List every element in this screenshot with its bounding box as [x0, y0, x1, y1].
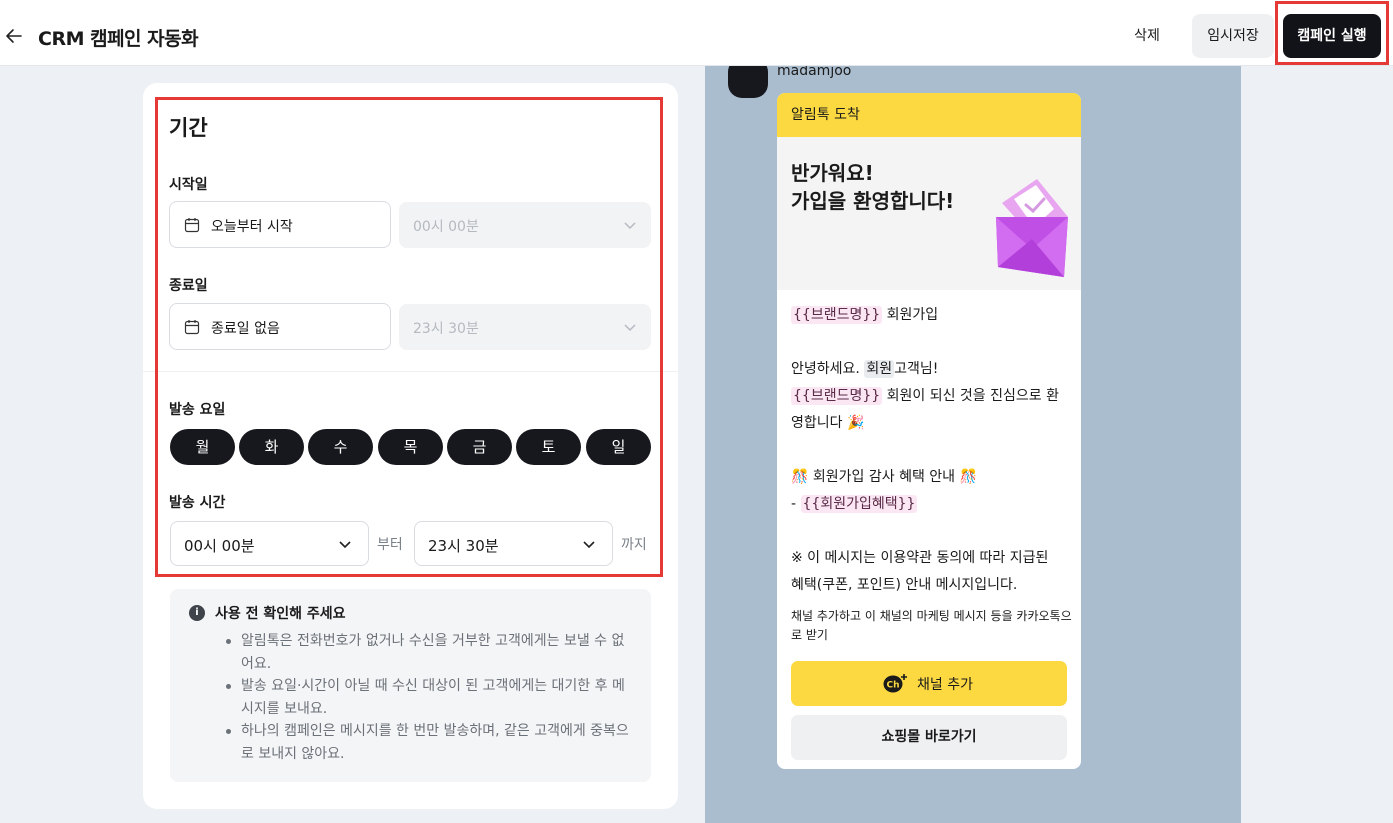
- start-time-value: 00시 00분: [413, 219, 479, 235]
- notice-item: 알림톡은 전화번호가 없거나 수신을 거부한 고객에게는 보낼 수 없어요.: [224, 630, 634, 675]
- start-time-select: 00시 00분: [399, 202, 651, 248]
- confetti-emoji-icon: 🎊: [959, 469, 977, 485]
- add-channel-label: 채널 추가: [917, 677, 973, 693]
- disclaimer-line-2: 혜택(쿠폰, 포인트) 안내 메시지입니다.: [791, 577, 1018, 593]
- body-line-greeting: 안녕하세요. 회원 고객님!: [791, 356, 938, 383]
- shop-link-button[interactable]: 쇼핑몰 바로가기: [791, 715, 1067, 760]
- message-preview-panel: madamjoo 알림톡 도착 반가워요! 가입을 환영합니다! {{브랜드명}…: [705, 66, 1241, 823]
- benefit-title-text: 회원가입 감사 혜택 안내: [812, 469, 956, 485]
- period-title: 기간: [169, 116, 208, 140]
- hero-line-1: 반가워요!: [791, 161, 874, 185]
- kakao-channel-icon: Ch: [883, 674, 907, 693]
- party-emoji-icon: 🎉: [846, 415, 865, 431]
- send-time-from-value: 00시 00분: [184, 537, 255, 555]
- save-draft-button[interactable]: 임시저장: [1192, 14, 1274, 58]
- calendar-icon: [184, 320, 200, 335]
- hero-banner: 반가워요! 가입을 환영합니다!: [777, 137, 1081, 290]
- member-variable-tag: 회원: [864, 360, 895, 378]
- sender-avatar: [728, 66, 768, 98]
- day-button-fri[interactable]: 금: [447, 429, 512, 465]
- end-time-value: 23시 30분: [413, 321, 479, 337]
- start-date-input[interactable]: 오늘부터 시작: [169, 201, 391, 248]
- notice-list: 알림톡은 전화번호가 없거나 수신을 거부한 고객에게는 보낼 수 없어요. 발…: [224, 630, 634, 765]
- day-button-sat[interactable]: 토: [516, 429, 581, 465]
- brand-variable-tag: {{브랜드명}}: [791, 306, 883, 324]
- day-button-thu[interactable]: 목: [378, 429, 443, 465]
- svg-text:Ch: Ch: [886, 681, 899, 691]
- start-date-label: 시작일: [169, 177, 208, 193]
- chevron-down-icon: [624, 324, 636, 332]
- alimtalk-bubble: 알림톡 도착 반가워요! 가입을 환영합니다! {{브랜드명}} 회원가입 안녕…: [777, 93, 1081, 769]
- hero-line-2: 가입을 환영합니다!: [791, 189, 955, 213]
- day-button-mon[interactable]: 월: [170, 429, 235, 465]
- disclaimer-line-1: ※ 이 메시지는 이용약관 동의에 따라 지급된: [791, 550, 1049, 566]
- end-date-value: 종료일 없음: [211, 321, 280, 337]
- dash-text: -: [791, 496, 797, 512]
- day-button-sun[interactable]: 일: [586, 429, 651, 465]
- top-header: CRM 캠페인 자동화 삭제 임시저장 캠페인 실행: [0, 0, 1393, 66]
- benefit-variable-tag: {{회원가입혜택}}: [800, 495, 918, 513]
- end-time-select: 23시 30분: [399, 304, 651, 350]
- notice-item: 하나의 캠페인은 메시지를 한 번만 발송하며, 같은 고객에게 중복으로 보내…: [224, 720, 634, 765]
- brand-variable-tag: {{브랜드명}}: [791, 387, 883, 405]
- channel-consent-text: 채널 추가하고 이 채널의 마케팅 메시지 등을 카카오톡으로 받기: [791, 609, 1072, 642]
- sender-name: madamjoo: [777, 66, 852, 79]
- notice-box: i 사용 전 확인해 주세요 알림톡은 전화번호가 없거나 수신을 거부한 고객…: [170, 589, 651, 782]
- chevron-down-icon: [339, 541, 351, 549]
- body-line-welcome-2: 영합니다 🎉: [791, 410, 864, 437]
- day-button-wed[interactable]: 수: [308, 429, 373, 465]
- end-date-input[interactable]: 종료일 없음: [169, 303, 391, 350]
- confetti-emoji-icon: 🎊: [791, 469, 809, 485]
- end-date-label: 종료일: [169, 278, 208, 294]
- bubble-header: 알림톡 도착: [777, 93, 1081, 137]
- greeting-text: 안녕하세요.: [791, 361, 860, 377]
- notice-item: 발송 요일·시간이 아닐 때 수신 대상이 된 고객에게는 대기한 후 메시지를…: [224, 675, 634, 720]
- from-word: 부터: [377, 537, 403, 553]
- delete-button[interactable]: 삭제: [1114, 14, 1180, 58]
- day-button-tue[interactable]: 화: [239, 429, 304, 465]
- chevron-down-icon: [624, 222, 636, 230]
- send-time-label: 발송 시간: [169, 495, 226, 511]
- envelope-icon: [996, 179, 1068, 277]
- body-line-welcome: {{브랜드명}} 회원이 되신 것을 진심으로 환: [791, 383, 1059, 410]
- start-date-value: 오늘부터 시작: [211, 219, 293, 235]
- send-time-to-select[interactable]: 23시 30분: [414, 521, 613, 566]
- welcome-text: 회원이 되신 것을 진심으로 환: [886, 388, 1059, 404]
- page-title: CRM 캠페인 자동화: [38, 28, 199, 50]
- welcome-text-2: 영합니다: [791, 415, 843, 431]
- add-channel-button[interactable]: Ch 채널 추가: [791, 661, 1067, 706]
- to-word: 까지: [621, 537, 647, 553]
- info-icon: i: [189, 605, 205, 621]
- body-line-signup: {{브랜드명}} 회원가입: [791, 302, 938, 329]
- customer-text: 고객님!: [894, 361, 939, 377]
- send-time-from-select[interactable]: 00시 00분: [170, 521, 369, 566]
- send-time-to-value: 23시 30분: [428, 537, 499, 555]
- back-arrow-icon[interactable]: [4, 26, 24, 46]
- run-campaign-button[interactable]: 캠페인 실행: [1283, 14, 1381, 58]
- signup-text: 회원가입: [886, 307, 939, 323]
- send-days-label: 발송 요일: [169, 402, 226, 418]
- body-line-benefit-var: - {{회원가입혜택}}: [791, 491, 918, 518]
- body-line-benefit: 🎊 회원가입 감사 혜택 안내 🎊: [791, 464, 977, 491]
- notice-title: 사용 전 확인해 주세요: [215, 606, 346, 622]
- chevron-down-icon: [583, 541, 595, 549]
- calendar-icon: [184, 218, 200, 233]
